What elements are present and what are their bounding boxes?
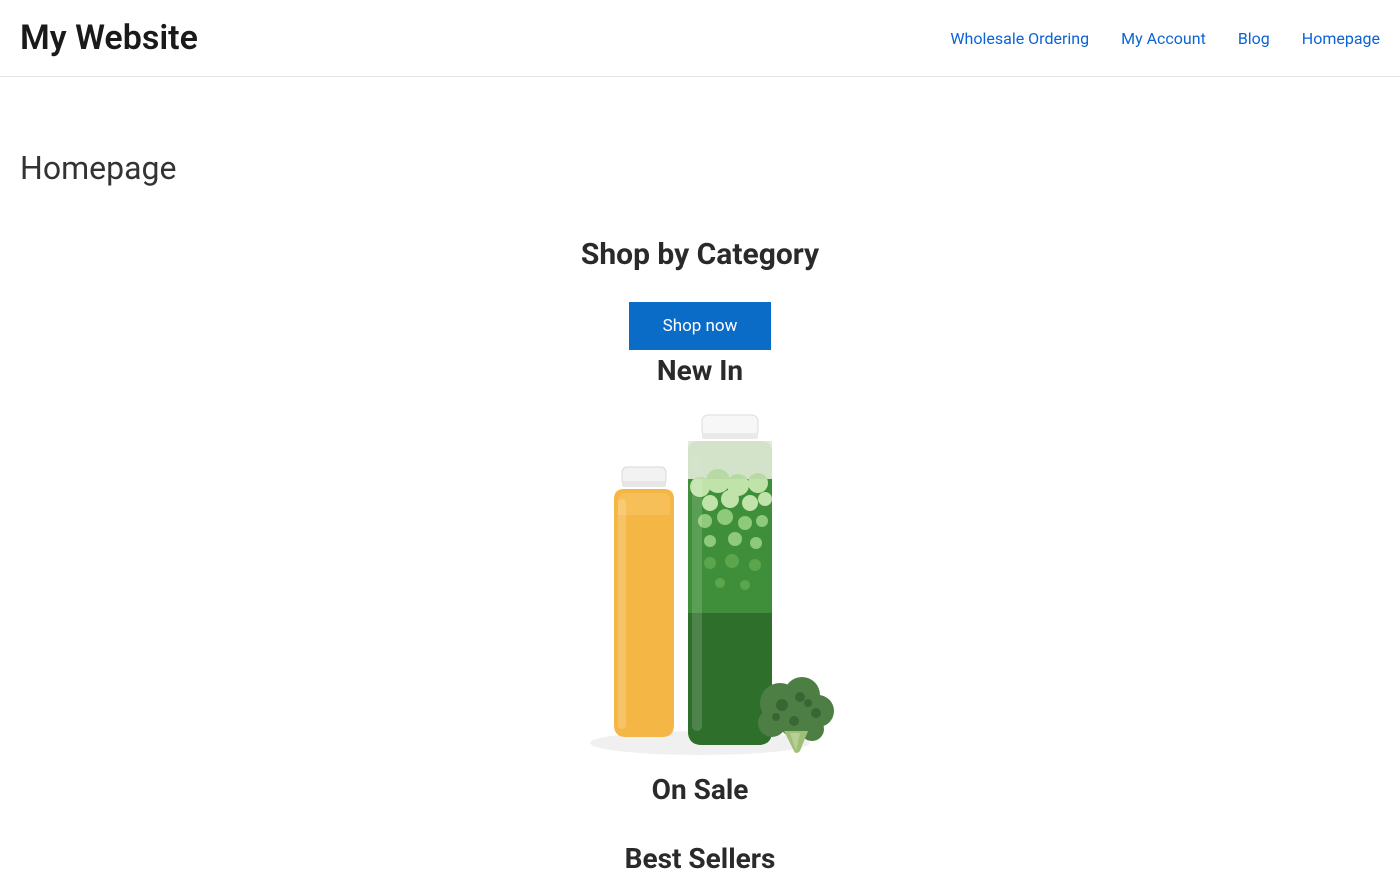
section-heading-shop-by-category: Shop by Category <box>581 237 819 272</box>
page-content: Homepage Shop by Category Shop now New I… <box>0 149 1400 885</box>
nav-link-wholesale-ordering[interactable]: Wholesale Ordering <box>950 29 1089 48</box>
site-title: My Website <box>20 18 198 58</box>
main-column: Shop by Category Shop now New In <box>20 237 1380 885</box>
main-nav: Wholesale Ordering My Account Blog Homep… <box>950 29 1380 48</box>
shop-now-button[interactable]: Shop now <box>629 302 772 350</box>
section-heading-new-in: New In <box>657 354 743 387</box>
nav-link-homepage[interactable]: Homepage <box>1302 29 1380 48</box>
product-image-juice-bottles <box>560 403 840 763</box>
nav-link-blog[interactable]: Blog <box>1238 29 1270 48</box>
section-heading-on-sale: On Sale <box>652 773 749 806</box>
nav-link-my-account[interactable]: My Account <box>1121 29 1206 48</box>
site-header: My Website Wholesale Ordering My Account… <box>0 0 1400 77</box>
section-heading-best-sellers: Best Sellers <box>625 842 776 875</box>
page-title: Homepage <box>20 149 1380 187</box>
